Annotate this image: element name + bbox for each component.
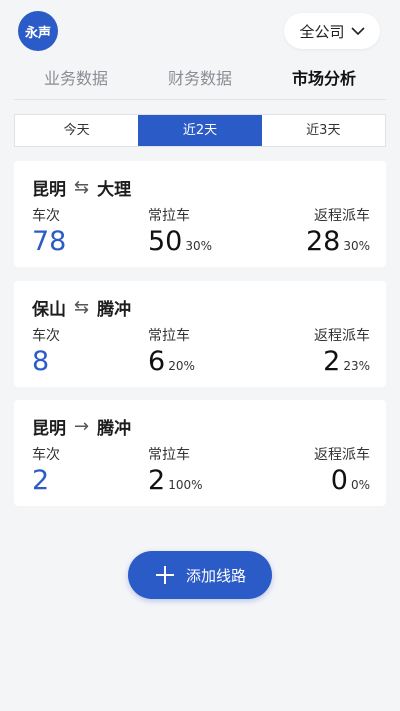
app-header: 永声 全公司 (0, 0, 400, 60)
trips-value: 8 (32, 346, 50, 377)
trips-label: 车次 (32, 447, 60, 463)
return-percent: 23% (343, 359, 370, 373)
route-title: 保山 ⇆ 腾冲 (32, 295, 131, 320)
return-label: 返程派车 (314, 447, 370, 463)
route-from: 保山 (32, 300, 66, 320)
bidirectional-arrow-icon: ⇆ (74, 297, 90, 318)
regular-value: 6 (148, 346, 166, 377)
chevron-down-icon (350, 27, 365, 36)
return-value: 28 (305, 226, 341, 257)
regular-stat: 常拉车 2 100% (148, 444, 203, 497)
trips-stat: 车次 78 (32, 205, 66, 258)
plus-icon (155, 566, 174, 584)
add-route-button[interactable]: 添加线路 (128, 551, 272, 599)
company-logo[interactable]: 永声 (18, 11, 58, 51)
route-card[interactable]: 保山 ⇆ 腾冲 车次 8 常拉车 6 20% 返程派车 2 23% (14, 281, 386, 387)
segment-today[interactable]: 今天 (15, 115, 138, 146)
route-to: 腾冲 (97, 300, 132, 320)
segment-last-3-days[interactable]: 近3天 (262, 115, 385, 146)
bidirectional-arrow-icon: ⇆ (74, 177, 90, 198)
return-percent: 0% (350, 478, 370, 492)
return-stat: 返程派车 0 0% (314, 444, 370, 497)
route-card[interactable]: 昆明 → 腾冲 车次 2 常拉车 2 100% 返程派车 0 0% (14, 400, 386, 506)
regular-value: 50 (148, 226, 183, 257)
trips-value: 2 (32, 465, 50, 496)
return-percent: 30% (343, 239, 370, 253)
trips-label: 车次 (32, 208, 60, 224)
company-select-label: 全公司 (299, 22, 345, 41)
regular-percent: 20% (168, 359, 195, 373)
route-title: 昆明 ⇆ 大理 (32, 175, 131, 200)
route-from: 昆明 (32, 180, 66, 200)
segment-last-2-days[interactable]: 近2天 (138, 115, 262, 146)
return-value: 0 (330, 465, 348, 496)
return-value: 2 (323, 346, 341, 377)
add-route-label: 添加线路 (185, 566, 246, 585)
route-to: 腾冲 (97, 419, 132, 439)
return-stat: 返程派车 28 30% (306, 205, 370, 258)
tab-business-data[interactable]: 业务数据 (14, 62, 138, 99)
route-title: 昆明 → 腾冲 (32, 414, 131, 439)
company-select[interactable]: 全公司 (284, 13, 380, 49)
route-from: 昆明 (32, 419, 66, 439)
trips-stat: 车次 2 (32, 444, 60, 497)
regular-label: 常拉车 (148, 447, 190, 463)
tab-finance-data[interactable]: 财务数据 (138, 62, 262, 99)
regular-label: 常拉车 (148, 208, 190, 224)
regular-value: 2 (148, 465, 166, 496)
return-label: 返程派车 (314, 208, 370, 224)
right-arrow-icon: → (74, 416, 90, 437)
main-tabs: 业务数据 财务数据 市场分析 (14, 62, 386, 100)
trips-label: 车次 (32, 328, 60, 344)
regular-label: 常拉车 (148, 328, 190, 344)
tab-market-analysis[interactable]: 市场分析 (262, 62, 386, 99)
route-card[interactable]: 昆明 ⇆ 大理 车次 78 常拉车 50 30% 返程派车 28 30% (14, 161, 386, 267)
regular-percent: 100% (168, 478, 203, 492)
route-to: 大理 (97, 180, 132, 200)
return-stat: 返程派车 2 23% (314, 325, 370, 378)
return-label: 返程派车 (314, 328, 370, 344)
trips-value: 78 (32, 226, 67, 257)
regular-stat: 常拉车 6 20% (148, 325, 195, 378)
date-range-segment: 今天 近2天 近3天 (14, 114, 386, 147)
regular-percent: 30% (185, 239, 213, 253)
regular-stat: 常拉车 50 30% (148, 205, 212, 258)
trips-stat: 车次 8 (32, 325, 60, 378)
